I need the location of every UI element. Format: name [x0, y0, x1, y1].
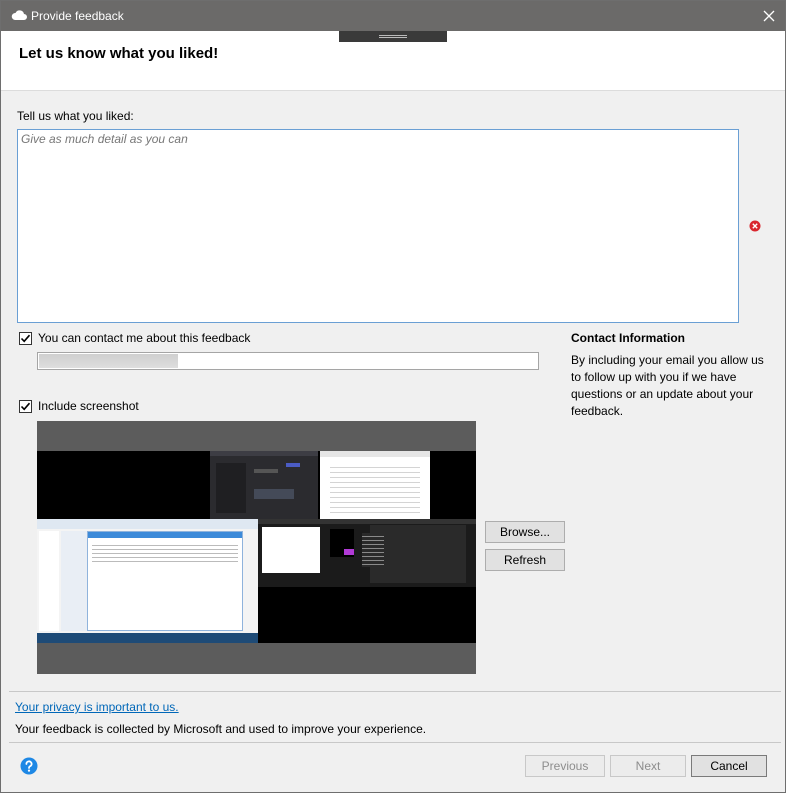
contact-info-text: By including your email you allow us to …	[571, 353, 764, 418]
next-button[interactable]: Next	[610, 755, 686, 777]
contact-checkbox-row[interactable]: You can contact me about this feedback	[19, 331, 250, 345]
drag-grip[interactable]	[339, 31, 447, 42]
email-field[interactable]	[37, 352, 539, 370]
contact-checkbox-label: You can contact me about this feedback	[38, 331, 251, 345]
feedback-input[interactable]	[18, 130, 738, 322]
close-icon	[763, 10, 775, 22]
screenshot-checkbox-row[interactable]: Include screenshot	[19, 399, 139, 413]
screenshot-preview	[37, 421, 476, 674]
cloud-icon	[11, 10, 27, 20]
redacted-email	[39, 354, 178, 368]
divider	[9, 742, 781, 743]
help-icon[interactable]	[20, 757, 38, 775]
dialog-header: Let us know what you liked!	[1, 31, 785, 91]
feedback-dialog: Provide feedback Let us know what you li…	[0, 0, 786, 793]
screenshot-checkbox-label: Include screenshot	[38, 399, 139, 413]
cancel-button[interactable]: Cancel	[691, 755, 767, 777]
contact-checkbox[interactable]	[19, 331, 32, 345]
checkmark-icon	[20, 334, 31, 342]
feedback-textbox[interactable]	[17, 129, 739, 323]
privacy-link[interactable]: Your privacy is important to us.	[15, 700, 179, 714]
divider	[9, 691, 781, 692]
window-title: Provide feedback	[31, 9, 124, 23]
error-icon	[749, 220, 761, 232]
browse-button[interactable]: Browse...	[485, 521, 565, 543]
title-bar[interactable]: Provide feedback	[1, 1, 785, 31]
page-title: Let us know what you liked!	[19, 45, 219, 62]
previous-button[interactable]: Previous	[525, 755, 605, 777]
refresh-button[interactable]: Refresh	[485, 549, 565, 571]
close-button[interactable]	[753, 1, 785, 31]
privacy-notice: Your feedback is collected by Microsoft …	[15, 722, 427, 736]
checkmark-icon	[20, 402, 31, 410]
feedback-label: Tell us what you liked:	[17, 109, 134, 123]
screenshot-checkbox[interactable]	[19, 399, 32, 413]
contact-info-title: Contact Information	[571, 331, 685, 345]
